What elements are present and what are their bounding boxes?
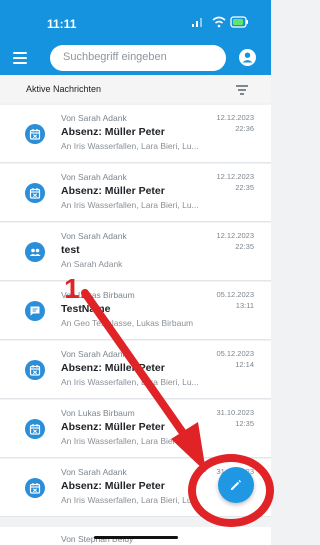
message-recipients: An Iris Wasserfallen, Lara Bieri, Lu... [61, 377, 199, 387]
group-icon [25, 242, 45, 262]
message-date: 31.10.2023 [216, 408, 254, 417]
menu-icon[interactable] [13, 52, 27, 64]
message-title: Absenz: Müller Peter [61, 185, 165, 197]
message-date: 12.12.2023 [216, 231, 254, 240]
message-title: Absenz: Müller Peter [61, 126, 165, 138]
message-from: Von Sarah Adank [61, 172, 127, 182]
message-recipients: An Geo Testklasse, Lukas Birbaum [61, 318, 194, 328]
search-input[interactable]: Suchbegriff eingeben [50, 45, 226, 71]
message-list-item[interactable]: Von Sarah Adank Absenz: Müller Peter An Ir… [0, 164, 271, 222]
chat-icon [25, 301, 45, 321]
message-recipients: An Iris Wasserfallen, Lara Bieri, Lu... [61, 200, 199, 210]
message-recipients: An Iris Wasserfallen, Lara Bieri, Na... [61, 436, 201, 446]
message-title: Absenz: Müller Peter [61, 480, 165, 492]
home-indicator [94, 536, 178, 539]
message-from: Von Lukas Birbaum [61, 408, 135, 418]
message-date: 05.12.2023 [216, 290, 254, 299]
message-from: Von Sarah Adank [61, 467, 127, 477]
message-time: 12:35 [235, 419, 254, 428]
message-time: 22:36 [235, 124, 254, 133]
calendar-icon [25, 419, 45, 439]
message-date: 12.12.2023 [216, 172, 254, 181]
annotation-step-label: 1. [64, 273, 88, 304]
status-icons [192, 16, 248, 28]
message-time: 13:11 [235, 301, 254, 310]
calendar-icon [25, 183, 45, 203]
section-header: Aktive Nachrichten [0, 75, 271, 103]
message-date: 05.12.2023 [216, 349, 254, 358]
search-placeholder: Suchbegriff eingeben [63, 51, 167, 63]
message-list-item[interactable]: Von Lukas Birbaum Absenz: Müller Peter An … [0, 400, 271, 458]
message-title: Absenz: Müller Peter [61, 362, 165, 374]
calendar-icon [25, 124, 45, 144]
message-title: test [61, 244, 80, 256]
message-date: 12.12.2023 [216, 113, 254, 122]
highlight-circle [188, 454, 274, 527]
message-recipients: An Sarah Adank [61, 259, 123, 269]
message-list-item[interactable]: Von Sarah Adank test An Sarah Adank 12.12.2… [0, 223, 271, 281]
message-time: 22:35 [235, 183, 254, 192]
status-time: 11:11 [47, 17, 77, 31]
message-list-item[interactable]: Von Sarah Adank Absenz: Müller Peter An Ir… [0, 105, 271, 163]
message-time: 12:14 [235, 360, 254, 369]
app-header: 11:11 Suchbegriff eingeben [0, 0, 271, 75]
section-title: Aktive Nachrichten [26, 84, 102, 94]
calendar-icon [25, 478, 45, 498]
filter-icon[interactable] [236, 85, 248, 95]
message-title: Absenz: Müller Peter [61, 421, 165, 433]
message-from: Von Sarah Adank [61, 349, 127, 359]
calendar-icon [25, 360, 45, 380]
account-icon[interactable] [239, 49, 256, 66]
message-recipients: An Iris Wasserfallen, Lara Bieri, Lu... [61, 141, 199, 151]
message-time: 22:35 [235, 242, 254, 251]
message-list-item[interactable]: Von Sarah Adank Absenz: Müller Peter An Ir… [0, 341, 271, 399]
message-from: Von Sarah Adank [61, 113, 127, 123]
message-list-item[interactable]: Von Lukas Birbaum TestName An Geo Testklas… [0, 282, 271, 340]
message-from: Von Sarah Adank [61, 231, 127, 241]
